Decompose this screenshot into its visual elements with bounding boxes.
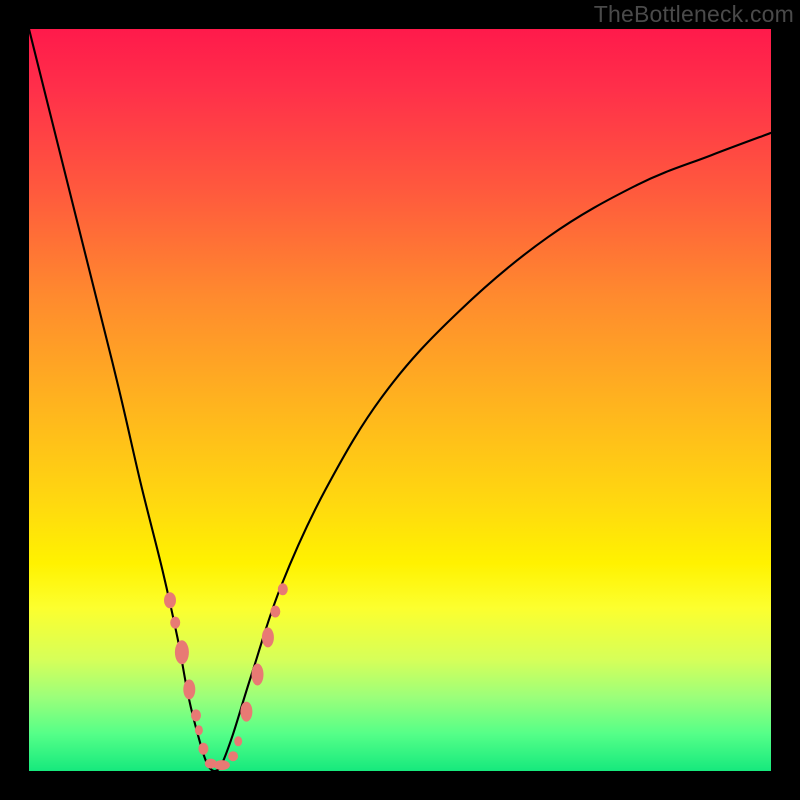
- bead: [195, 725, 203, 735]
- bead: [175, 640, 189, 664]
- bead: [164, 592, 176, 608]
- bead: [278, 583, 288, 595]
- watermark-text: TheBottleneck.com: [594, 1, 794, 28]
- bead: [228, 751, 238, 761]
- curve-layer: [29, 29, 771, 771]
- bead-cluster: [164, 583, 288, 770]
- bead: [198, 743, 208, 755]
- bead: [234, 736, 242, 746]
- chart-frame: TheBottleneck.com: [0, 0, 800, 800]
- bead: [252, 664, 264, 686]
- bead: [191, 709, 201, 721]
- bead: [240, 702, 252, 722]
- bead: [270, 606, 280, 618]
- bead: [183, 679, 195, 699]
- bead: [170, 617, 180, 629]
- bottleneck-curve: [29, 29, 771, 771]
- bead: [262, 627, 274, 647]
- bead: [214, 760, 230, 770]
- plot-area: [29, 29, 771, 771]
